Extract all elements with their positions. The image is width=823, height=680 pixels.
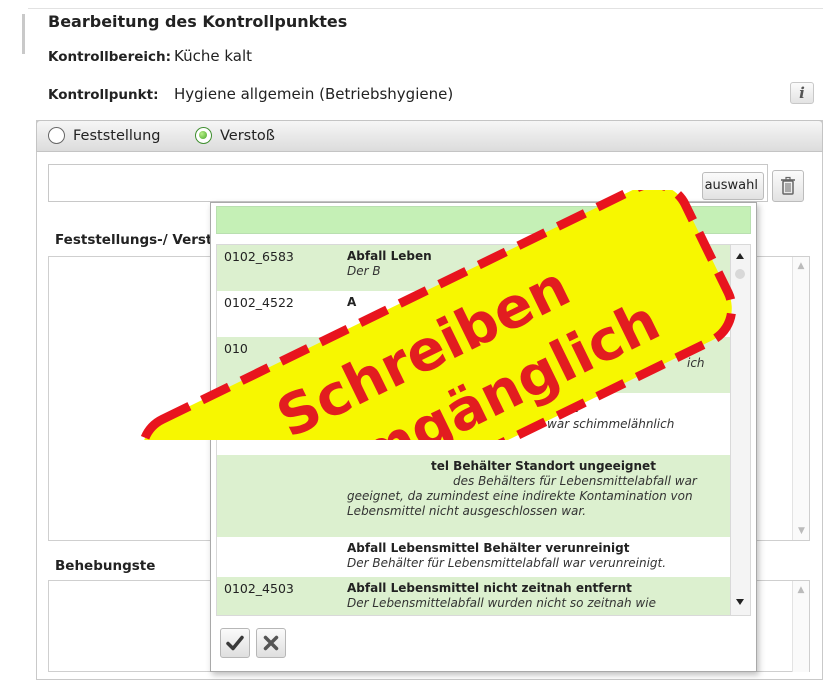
radio-feststellung-circle[interactable]	[48, 127, 65, 144]
violation-list-scrollbar[interactable]	[731, 244, 751, 616]
kontrollbereich-value: Küche kalt	[174, 47, 253, 65]
list-item-desc: des Behälters für Lebensmittelabfall war…	[347, 474, 697, 518]
info-icon[interactable]: i	[790, 82, 814, 104]
kontrollpunkt-value: Hygiene allgemein (Betriebshygiene)	[174, 85, 454, 103]
scroll-down-icon[interactable]	[736, 599, 744, 605]
list-item-name: Abfall Lebensmittel Behälter verunreinig…	[347, 541, 630, 555]
list-item-desc: ich	[687, 356, 705, 370]
list-item-name: A	[347, 295, 357, 309]
scroll-up-icon[interactable]	[736, 253, 744, 259]
scroll-up-icon[interactable]: ▲	[793, 261, 809, 271]
radio-verstoss[interactable]: Verstoß	[195, 127, 275, 144]
list-item[interactable]: 0102_4522 A	[217, 291, 730, 337]
trash-button[interactable]	[772, 170, 804, 202]
list-item-desc: fall war schimmelähnlich	[525, 417, 675, 431]
list-item-name: Abfall Leben	[347, 249, 432, 263]
auswahl-button[interactable]: auswahl	[702, 172, 764, 200]
list-item-code: 0102_6583	[224, 249, 294, 264]
confirm-button[interactable]	[220, 628, 250, 658]
feststellung-section-label: Feststellungs-/ Versto	[55, 232, 222, 248]
violation-list[interactable]: 0102_6583 Abfall Leben Der B 0102_4522 A…	[216, 244, 731, 616]
checkmark-icon	[226, 635, 244, 651]
list-item-desc: Der B	[347, 264, 381, 278]
feststellung-scrollbar[interactable]: ▲ ▼	[792, 257, 809, 540]
radio-verstoss-circle[interactable]	[195, 127, 212, 144]
list-item-name: Abfall Lebensmittel nicht zeitnah entfer…	[347, 581, 632, 595]
list-item[interactable]: tel Behälter Standort ungeeignet des Beh…	[217, 455, 730, 537]
list-item-code: 0102_4522	[224, 295, 294, 310]
list-item[interactable]: 0102_4503 Abfall Lebensmittel nicht zeit…	[217, 577, 730, 615]
list-item-code: 0102_4503	[224, 581, 294, 596]
radio-verstoss-label: Verstoß	[220, 127, 275, 144]
cross-icon	[263, 635, 279, 651]
list-item-desc: Der Behälter für Lebensmittelabfall war …	[347, 556, 667, 570]
list-item-name: tel Behälter Standort ungeeignet	[431, 459, 656, 473]
page-title: Bearbeitung des Kontrollpunktes	[48, 12, 348, 31]
list-item[interactable]: 0102_6583 Abfall Leben Der B	[217, 245, 730, 291]
behebung-scrollbar[interactable]: ▲	[792, 581, 809, 672]
radio-feststellung[interactable]: Feststellung	[48, 127, 161, 144]
kontrollpunkt-label: Kontrollpunkt:	[48, 87, 159, 103]
top-divider	[28, 8, 823, 9]
trash-icon	[781, 176, 795, 195]
list-item[interactable]: Abfall Lebensmittel Behälter verunreinig…	[217, 537, 730, 577]
list-item-code: 010	[224, 341, 248, 356]
kontrollbereich-label: Kontrollbereich:	[48, 49, 172, 65]
picker-search-input[interactable]	[216, 206, 751, 234]
list-item[interactable]: mobil fall war schimmelähnlich	[217, 393, 730, 455]
list-item-desc: Der Lebensmittelabfall wurden nicht so z…	[347, 596, 656, 610]
behebung-section-label: Behebungste	[55, 558, 156, 574]
cancel-button[interactable]	[256, 628, 286, 658]
scroll-down-icon[interactable]: ▼	[793, 526, 810, 536]
left-divider	[22, 14, 25, 54]
list-item[interactable]: 010 ich	[217, 337, 730, 393]
selection-field[interactable]	[48, 164, 768, 202]
radio-feststellung-label: Feststellung	[73, 127, 161, 144]
scroll-up-icon[interactable]: ▲	[793, 585, 809, 595]
scroll-thumb[interactable]	[735, 269, 745, 279]
list-item-name: mobil	[541, 401, 579, 415]
